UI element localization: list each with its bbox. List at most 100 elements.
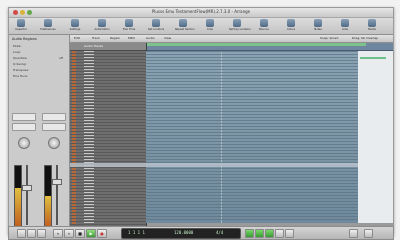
track-name [84, 54, 94, 55]
region-lane-line [146, 102, 358, 103]
replace-button[interactable] [255, 229, 264, 238]
region-lane-line [146, 159, 358, 160]
inspector-row[interactable]: Fine Tune: [13, 74, 65, 79]
stop-button[interactable]: ■ [75, 229, 85, 238]
toolbar-button-split-by-locators[interactable]: Split by Locators [229, 19, 251, 33]
track-name [84, 117, 94, 118]
transport-view-3[interactable] [37, 229, 46, 238]
insert-slot-right[interactable] [42, 113, 66, 121]
track-color-strip [72, 57, 76, 59]
pan-knob-left[interactable] [18, 137, 30, 149]
sync-button[interactable] [275, 229, 284, 238]
track-row[interactable] [70, 222, 146, 225]
track-color-strip [72, 177, 76, 179]
transport-view-1[interactable] [17, 229, 26, 238]
send-slot-right[interactable] [42, 123, 66, 131]
track-name [84, 60, 94, 61]
track-name [84, 159, 94, 160]
record-button[interactable]: ● [97, 229, 107, 238]
cycle-button[interactable] [245, 229, 254, 238]
track-name [84, 216, 94, 217]
rewind-button[interactable]: « [53, 229, 63, 238]
region-lane-line [146, 177, 358, 178]
arrange-menu-region[interactable]: Region [110, 36, 120, 40]
insert-slot-left[interactable] [12, 113, 36, 121]
inspector-row[interactable]: Loop: [13, 50, 65, 55]
fader-cap-right[interactable] [52, 179, 62, 185]
track-name [84, 204, 94, 205]
inspector-row-label: Quantize: [13, 56, 28, 60]
track-name [84, 102, 94, 103]
pan-knob-right[interactable] [48, 137, 60, 149]
toolbar-button-bounce[interactable]: Bounce [256, 19, 272, 33]
toolbar-button-label: Colors [286, 28, 296, 31]
arrange-menu-audio[interactable]: Audio [146, 36, 155, 40]
volume-fader-left[interactable] [26, 165, 28, 225]
track-name [84, 207, 94, 208]
solo-button[interactable] [265, 229, 274, 238]
drag-menu[interactable]: Drag: No Overlap [352, 36, 378, 40]
track-name [84, 57, 94, 58]
inspector-row[interactable]: Transpose: [13, 68, 65, 73]
toolbar-button-flex-time[interactable]: Flex Time [121, 19, 137, 33]
toolbar-button-lists[interactable]: Lists [337, 19, 353, 33]
transport-display[interactable]: 1 1 1 1 120.0000 4/4 [121, 228, 241, 239]
arrange-menu-midi[interactable]: MIDI [128, 36, 135, 40]
send-slot-left[interactable] [12, 123, 36, 131]
inspector-row[interactable]: Mute: [13, 44, 65, 49]
lists-icon [341, 19, 349, 27]
inspector-row-label: Q-Swing: [13, 62, 27, 66]
track-name [84, 81, 94, 82]
cycle-region[interactable] [146, 43, 366, 46]
track-name [84, 219, 94, 220]
track-name [84, 180, 94, 181]
snap-menu[interactable]: Snap: Smart [320, 36, 339, 40]
track-color-strip [72, 219, 76, 221]
track-color-strip [72, 72, 76, 74]
inspector-row-label: Loop: [13, 50, 22, 54]
track-name [84, 129, 94, 130]
track-color-strip [72, 168, 76, 170]
track-name [84, 51, 94, 52]
fader-cap-left[interactable] [22, 185, 32, 191]
track-name [84, 138, 94, 139]
region-lane-line [146, 213, 358, 214]
track-name [84, 150, 94, 151]
toolbar-button-automation[interactable]: Automation [94, 19, 110, 33]
inspector-row[interactable]: Q-Swing: [13, 62, 65, 67]
toolbar-button-crop[interactable]: Crop [202, 19, 218, 33]
forward-button[interactable]: » [64, 229, 74, 238]
toolbar-button-colors[interactable]: Colors [283, 19, 299, 33]
inspector-row[interactable]: Quantize: off [13, 56, 65, 61]
track-name [84, 96, 94, 97]
track-name [84, 141, 94, 142]
toolbar-button-repeat-section[interactable]: Repeat Section [175, 19, 195, 33]
region-lane-line [146, 69, 358, 70]
volume-fader-right[interactable] [56, 165, 58, 225]
region-lane-line [146, 195, 358, 196]
region-area[interactable] [146, 51, 358, 223]
bar-ruler[interactable] [146, 43, 393, 51]
toolbar-button-settings[interactable]: Settings [67, 19, 83, 33]
toolbar-button-inspector[interactable]: Inspector [13, 19, 29, 33]
selected-track-row[interactable] [70, 163, 358, 167]
arrange-menu-view[interactable]: View [164, 36, 171, 40]
arrange-local-menu: Snap: Smart Drag: No Overlap Edit Track Re… [70, 35, 393, 43]
arrange-menu-track[interactable]: Track [92, 36, 100, 40]
inspector-panel: Audio Regions Mute: Loop: Quantize: off Q-Sw… [9, 35, 70, 234]
transport-view-2[interactable] [27, 229, 36, 238]
toolbar-button-set-locators[interactable]: Set Locators [148, 19, 164, 33]
track-color-strip [72, 156, 76, 158]
toolbar-button-notes[interactable]: Notes [310, 19, 326, 33]
transport-extra-button[interactable] [364, 229, 373, 238]
toolbar-button-preferences[interactable]: Preferences [40, 19, 56, 33]
toolbar-button-media[interactable]: Media [364, 19, 380, 33]
click-button[interactable] [285, 229, 294, 238]
master-level-button[interactable] [349, 229, 358, 238]
region-lane-line [146, 123, 358, 124]
empty-region-space[interactable] [358, 51, 393, 223]
play-button[interactable]: ▶ [86, 229, 96, 238]
region-lane-line [146, 81, 358, 82]
region-lane-line [146, 216, 358, 217]
arrange-menu-edit[interactable]: Edit [74, 36, 80, 40]
